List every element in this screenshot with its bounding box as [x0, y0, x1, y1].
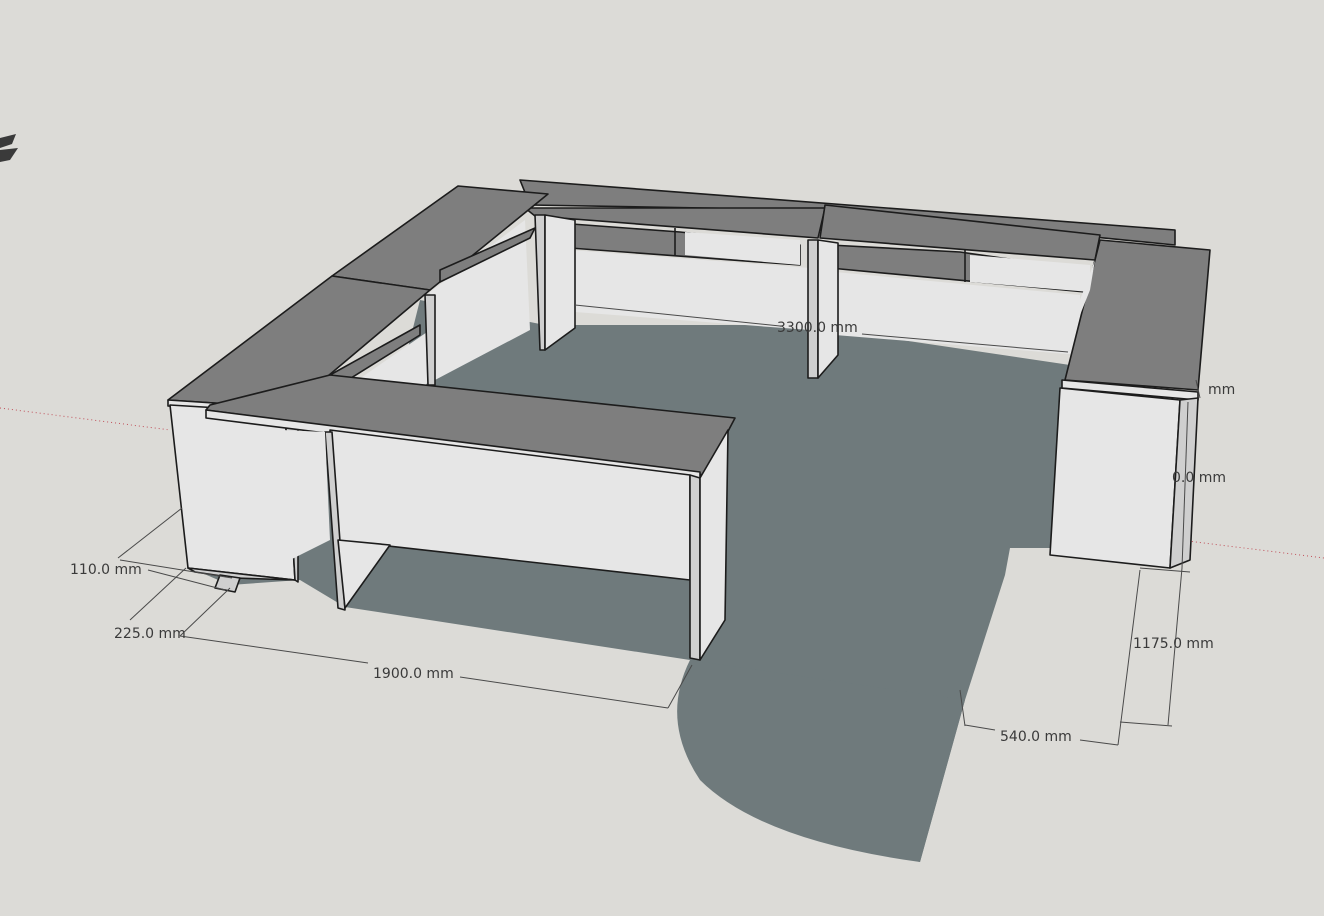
dimension-label-3300: 3300.0 mm — [777, 320, 858, 336]
dimension-label-1175: 1175.0 mm — [1133, 636, 1214, 652]
model-canvas[interactable]: 3300.0 mm mm 0.0 mm 110.0 mm 225.0 mm 19… — [0, 0, 1324, 916]
model-viewport[interactable]: 3300.0 mm mm 0.0 mm 110.0 mm 225.0 mm 19… — [0, 0, 1324, 916]
dimension-label-right-small: mm — [1208, 382, 1235, 398]
dimension-label-225: 225.0 mm — [114, 626, 186, 642]
axis-gizmo-icon — [0, 134, 18, 162]
dimension-label-1900: 1900.0 mm — [373, 666, 454, 682]
dimension-label-right-height: 0.0 mm — [1172, 470, 1226, 486]
dimension-label-110: 110.0 mm — [70, 562, 142, 578]
red-axis-line — [0, 407, 171, 431]
red-axis-line-right — [1179, 539, 1324, 559]
dimension-label-540: 540.0 mm — [1000, 729, 1072, 745]
